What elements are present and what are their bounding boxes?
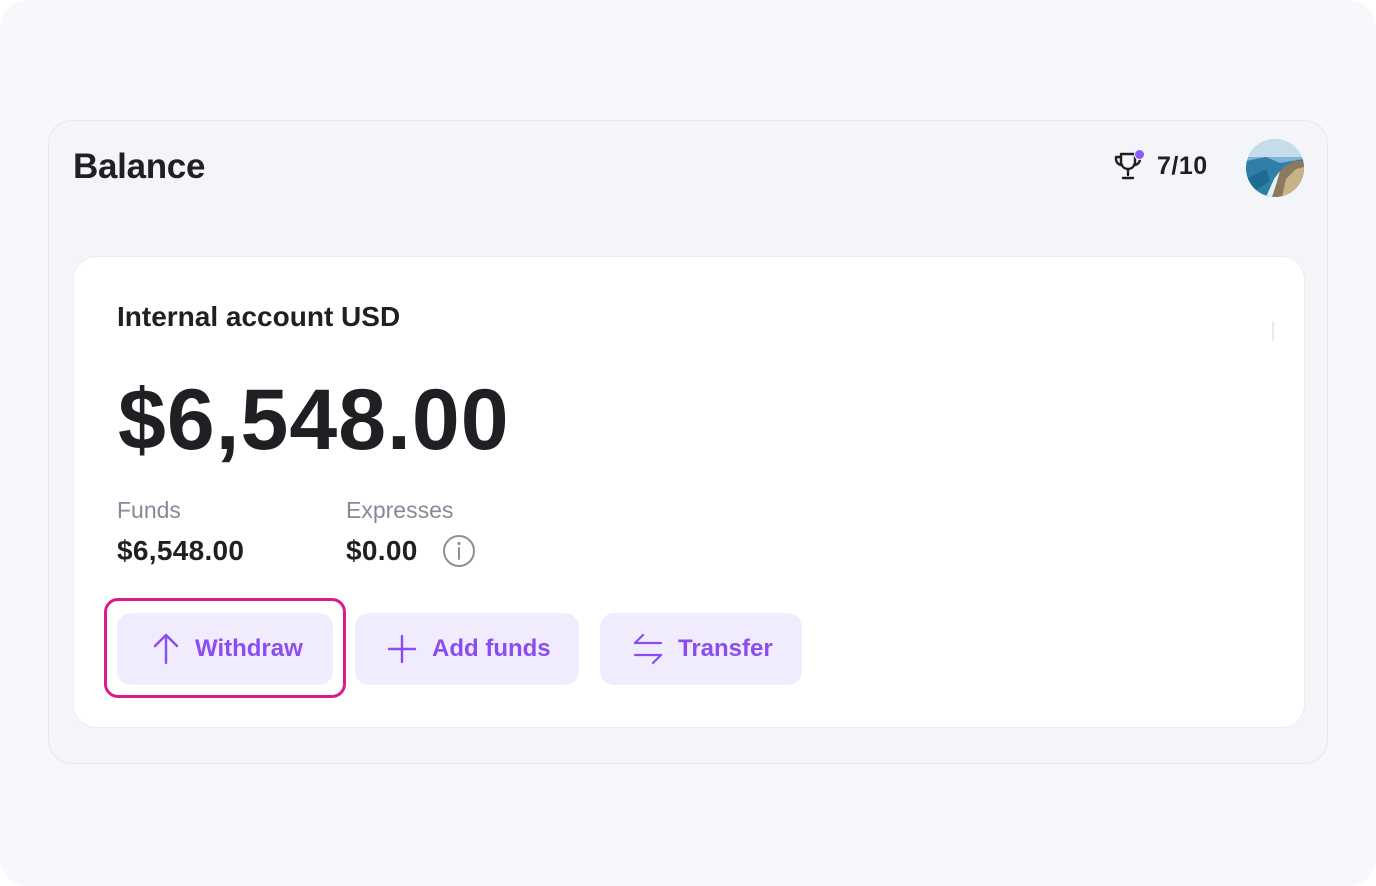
plus-icon — [387, 634, 417, 664]
balance-panel: Balance 7/10 Internal account USD $6,548… — [48, 120, 1328, 764]
account-card: Internal account USD $6,548.00 Funds $6,… — [73, 256, 1305, 728]
transfer-arrows-icon — [633, 633, 663, 665]
page-background: Balance 7/10 Internal account USD $6,548… — [0, 0, 1376, 886]
account-name: Internal account USD — [117, 301, 401, 332]
expenses-value: $0.00 — [346, 535, 418, 566]
expenses-label: Expresses — [346, 497, 454, 523]
funds-label: Funds — [117, 497, 181, 523]
arrow-up-icon — [153, 633, 179, 665]
account-balance: $6,548.00 — [118, 372, 510, 468]
transfer-button[interactable]: Transfer — [600, 613, 802, 685]
add-funds-button[interactable]: Add funds — [355, 613, 579, 685]
notification-dot — [1134, 149, 1145, 160]
withdraw-label: Withdraw — [195, 635, 303, 662]
withdraw-button[interactable]: Withdraw — [117, 613, 333, 685]
avatar[interactable] — [1246, 139, 1304, 197]
transfer-label: Transfer — [678, 635, 773, 662]
page-title: Balance — [73, 147, 206, 186]
scrollbar-handle[interactable] — [1272, 321, 1274, 341]
add-funds-label: Add funds — [432, 635, 551, 662]
funds-value: $6,548.00 — [117, 535, 245, 566]
score-counter: 7/10 — [1157, 152, 1208, 180]
info-icon[interactable] — [442, 534, 476, 568]
